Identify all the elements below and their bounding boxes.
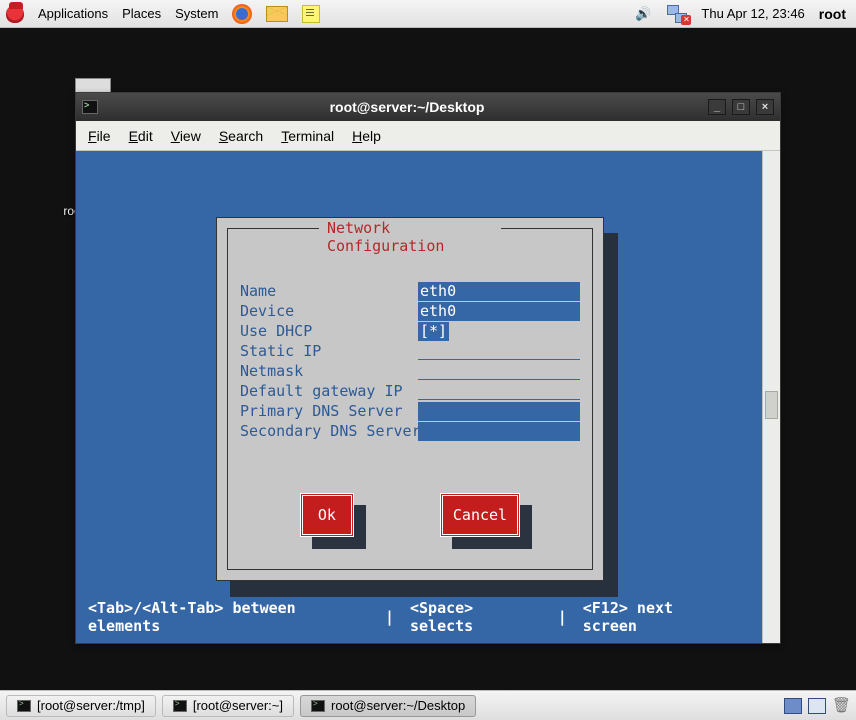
cancel-button[interactable]: Cancel [440, 493, 520, 537]
network-config-dialog: Network Configuration Name eth0 Device e… [216, 217, 604, 581]
menu-places[interactable]: Places [122, 6, 161, 21]
terminal-icon [311, 700, 325, 712]
trash-icon[interactable] [832, 696, 850, 716]
dialog-title: Network Configuration [319, 219, 501, 255]
hint-bar: <Tab>/<Alt-Tab> between elements | <Spac… [88, 599, 732, 635]
field-device[interactable]: eth0 [418, 302, 580, 321]
menu-file[interactable]: File [88, 128, 111, 144]
user-menu[interactable]: root [819, 6, 846, 22]
field-primary-dns[interactable] [418, 402, 580, 421]
hint-f12: <F12> next screen [583, 599, 732, 635]
close-button[interactable]: × [756, 99, 774, 115]
label-primary-dns: Primary DNS Server [240, 402, 418, 420]
field-static-ip[interactable] [418, 342, 580, 360]
field-secondary-dns[interactable] [418, 422, 580, 441]
ok-button[interactable]: Ok [300, 493, 354, 537]
label-name: Name [240, 282, 418, 300]
terminal-icon [82, 100, 98, 114]
notes-icon[interactable] [302, 5, 320, 23]
titlebar[interactable]: root@server:~/Desktop _ □ × [76, 93, 780, 121]
label-use-dhcp: Use DHCP [240, 322, 418, 340]
window-title: root@server:~/Desktop [106, 99, 708, 115]
menu-help[interactable]: Help [352, 128, 381, 144]
task-label: root@server:~/Desktop [331, 698, 465, 713]
sound-icon[interactable] [635, 6, 653, 22]
terminal-icon [173, 700, 187, 712]
mail-icon[interactable] [266, 6, 288, 22]
menu-applications[interactable]: Applications [38, 6, 108, 21]
label-netmask: Netmask [240, 362, 418, 380]
menu-terminal[interactable]: Terminal [281, 128, 334, 144]
scrollbar-thumb[interactable] [765, 391, 778, 419]
minimize-button[interactable]: _ [708, 99, 726, 115]
workspace-2[interactable] [808, 698, 826, 714]
hint-tab: <Tab>/<Alt-Tab> between elements [88, 599, 369, 635]
clock[interactable]: Thu Apr 12, 23:46 [701, 6, 804, 21]
task-label: [root@server:/tmp] [37, 698, 145, 713]
firefox-icon[interactable] [232, 4, 252, 24]
field-gateway[interactable] [418, 382, 580, 400]
taskbar: [root@server:/tmp] [root@server:~] root@… [0, 690, 856, 720]
terminal-icon [17, 700, 31, 712]
maximize-button[interactable]: □ [732, 99, 750, 115]
label-gateway: Default gateway IP [240, 382, 418, 400]
task-entry[interactable]: [root@server:/tmp] [6, 695, 156, 717]
top-panel: Applications Places System ✕ Thu Apr 12,… [0, 0, 856, 28]
task-entry-active[interactable]: root@server:~/Desktop [300, 695, 476, 717]
menu-view[interactable]: View [171, 128, 201, 144]
menu-search[interactable]: Search [219, 128, 263, 144]
desktop[interactable]: Co roo root@server:~/Desktop _ □ × File … [0, 28, 856, 690]
network-status-icon[interactable]: ✕ [667, 5, 687, 23]
distro-icon [6, 5, 24, 23]
terminal-window: root@server:~/Desktop _ □ × File Edit Vi… [75, 92, 781, 644]
menu-system[interactable]: System [175, 6, 218, 21]
workspace-1[interactable] [784, 698, 802, 714]
hint-space: <Space> selects [410, 599, 542, 635]
field-netmask[interactable] [418, 362, 580, 380]
task-entry[interactable]: [root@server:~] [162, 695, 294, 717]
checkbox-use-dhcp[interactable]: [*] [418, 322, 449, 341]
menu-edit[interactable]: Edit [129, 128, 153, 144]
terminal-body[interactable]: Network Configuration Name eth0 Device e… [76, 151, 762, 643]
label-static-ip: Static IP [240, 342, 418, 360]
scrollbar[interactable] [762, 151, 780, 643]
field-name[interactable]: eth0 [418, 282, 580, 301]
label-secondary-dns: Secondary DNS Server [240, 422, 418, 440]
label-device: Device [240, 302, 418, 320]
task-label: [root@server:~] [193, 698, 283, 713]
menubar: File Edit View Search Terminal Help [76, 121, 780, 151]
